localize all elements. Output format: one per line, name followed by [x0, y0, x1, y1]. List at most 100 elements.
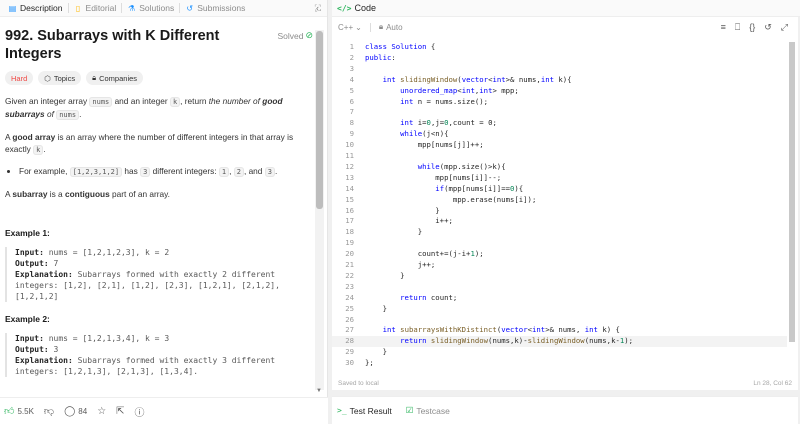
line-number: 8 [349, 118, 354, 128]
bookmark-icon[interactable]: ⎕ [735, 22, 740, 33]
code-text: } [365, 227, 423, 237]
example-block: Input: nums = [1,2,1,3,4], k = 3 Output:… [5, 333, 313, 377]
code-line[interactable]: 28 return slidingWindow(nums,k)-slidingW… [332, 336, 787, 348]
tab-editorial[interactable]: ▯ Editorial [69, 0, 122, 17]
scrollbar-thumb[interactable] [316, 31, 323, 209]
tab-solutions[interactable]: ⚗ Solutions [122, 0, 179, 17]
line-number: 4 [349, 74, 354, 84]
language-select[interactable]: C++ ⌄ [338, 23, 362, 32]
code-text: j++; [365, 260, 436, 269]
code-line[interactable]: 3 [332, 64, 787, 75]
tab-test-result[interactable]: >_ Test Result [337, 406, 392, 416]
save-status: Saved to local [338, 379, 379, 387]
line-number: 11 [345, 151, 354, 160]
line-number: 29 [345, 347, 354, 357]
tab-testcase[interactable]: ☑ Testcase [406, 405, 450, 416]
code-line[interactable]: 25 } [332, 304, 787, 315]
editor-scrollbar[interactable] [787, 42, 796, 342]
code-text: int i=0,j=0,count = 0; [400, 118, 497, 128]
problem-description: 992. Subarrays with K Different Integers… [0, 17, 318, 397]
code-line[interactable]: 1 class Solution { [332, 42, 787, 53]
code-area[interactable]: 1 class Solution {2 public: 3 4 int slidingW… [332, 42, 787, 372]
title-row: 992. Subarrays with K Different Integers… [5, 27, 313, 63]
code-line[interactable]: 22 } [332, 271, 787, 282]
line-number: 17 [345, 216, 354, 226]
code-line[interactable]: 20 count+=(j-i+1); [332, 249, 787, 260]
code-line[interactable]: 21 j++; [332, 260, 787, 271]
toolbar-divider [369, 22, 371, 32]
code-line[interactable]: 30}; [332, 358, 787, 369]
code-line[interactable]: 9 while(j<n){ [332, 129, 787, 140]
line-number: 14 [345, 183, 354, 193]
scrollbar-thumb[interactable] [789, 42, 795, 342]
line-number: 1 [349, 42, 354, 51]
chevron-left-icon[interactable]: ‹ [316, 3, 319, 13]
line-number: 7 [349, 107, 354, 117]
code-line[interactable]: 11 [332, 151, 787, 162]
tab-description[interactable]: ▤ Description [3, 0, 68, 17]
braces-icon[interactable]: {} [749, 22, 755, 33]
auto-mode-toggle[interactable]: 🔒︎ Auto [379, 22, 403, 32]
like-button[interactable]: 👍︎ 5.5K [4, 405, 34, 417]
topics-chip[interactable]: ⬡ Topics [38, 71, 82, 85]
editor-status: Saved to local Ln 28, Col 62 [332, 376, 798, 390]
help-icon[interactable]: ⓘ [135, 404, 145, 419]
description-paragraph: A subarray is a contiguous part of an ar… [5, 189, 170, 199]
problem-panel: ▤ Description ▯ Editorial ⚗ Solutions ↺ … [0, 0, 328, 424]
code-line[interactable]: 15 mpp.erase(nums[i]); [332, 195, 787, 206]
description-scrollbar[interactable]: ▼ [315, 30, 324, 394]
companies-chip[interactable]: 🔒︎ Companies [86, 71, 144, 85]
code-line[interactable]: 24 return count; [332, 293, 787, 304]
code-line[interactable]: 27 int subarraysWithKDistinct(vector<int… [332, 325, 787, 336]
example-title: Example 1: [5, 228, 50, 238]
difficulty-badge: Hard [5, 71, 34, 85]
code-text: } [365, 270, 405, 280]
code-line[interactable]: 12 while(mpp.size()>k){ [332, 162, 787, 173]
editor-toolbar: C++ ⌄ 🔒︎ Auto ≡ ⎕ {} ↺ ⤢ [332, 17, 798, 37]
reset-icon[interactable]: ↺ [764, 22, 772, 33]
tab-submissions[interactable]: ↺ Submissions [180, 0, 250, 17]
code-line[interactable]: 13 mpp[nums[i]]--; [332, 173, 787, 184]
expand-icon[interactable]: ⤢ [781, 22, 788, 33]
code-line[interactable]: 10 mpp[nums[j]]++; [332, 140, 787, 151]
code-text: int n = nums.size(); [400, 96, 489, 106]
line-number: 20 [345, 249, 354, 259]
code-line[interactable]: 26 [332, 315, 787, 326]
thumbs-up-icon: 👍︎ [4, 406, 15, 417]
line-number: 26 [345, 314, 354, 324]
code-line[interactable]: 8 int i=0,j=0,count = 0; [332, 118, 787, 129]
code-line[interactable]: 7 [332, 107, 787, 118]
code-line[interactable]: 17 i++; [332, 216, 787, 227]
code-line[interactable]: 19 [332, 238, 787, 249]
code-line[interactable]: 14 if(mpp[nums[i]]==0){ [332, 184, 787, 195]
checkbox-icon: ☑ [405, 405, 414, 415]
format-icon[interactable]: ≡ [721, 22, 726, 33]
scroll-down-icon[interactable]: ▼ [316, 388, 322, 394]
code-text: unordered_map<int,int> mpp; [400, 85, 519, 95]
code-line[interactable]: 6 int n = nums.size(); [332, 97, 787, 108]
line-number: 5 [349, 85, 354, 95]
line-number: 18 [345, 227, 354, 237]
code-line[interactable]: 5 unordered_map<int,int> mpp; [332, 86, 787, 97]
code-line[interactable]: 18 } [332, 227, 787, 238]
line-number: 28 [345, 336, 354, 346]
code-line[interactable]: 2 public: [332, 53, 787, 64]
code-icon: </> [337, 3, 352, 13]
code-line[interactable]: 16 } [332, 206, 787, 217]
line-number: 6 [349, 96, 354, 106]
code-line[interactable]: 4 int slidingWindow(vector<int>& nums,in… [332, 75, 787, 86]
line-number: 19 [345, 238, 354, 248]
comments-button[interactable]: ◯ 84 [64, 406, 87, 417]
dislike-button[interactable]: 👎︎ [44, 405, 54, 417]
star-icon[interactable]: ☆ [97, 406, 106, 417]
code-line[interactable]: 23 [332, 282, 787, 293]
editor-tools: ≡ ⎕ {} ↺ ⤢ [721, 22, 798, 33]
code-text: int slidingWindow(vector<int>& nums,int … [382, 74, 572, 84]
chevron-down-icon: ⌄ [355, 22, 362, 32]
line-number: 21 [345, 260, 354, 269]
code-text: if(mpp[nums[i]]==0){ [435, 183, 524, 193]
code-line[interactable]: 29 } [332, 347, 787, 358]
share-icon[interactable]: ⇱ [116, 406, 124, 417]
check-circle-icon: ⊘ [305, 30, 313, 40]
code-text: return count; [400, 292, 458, 302]
